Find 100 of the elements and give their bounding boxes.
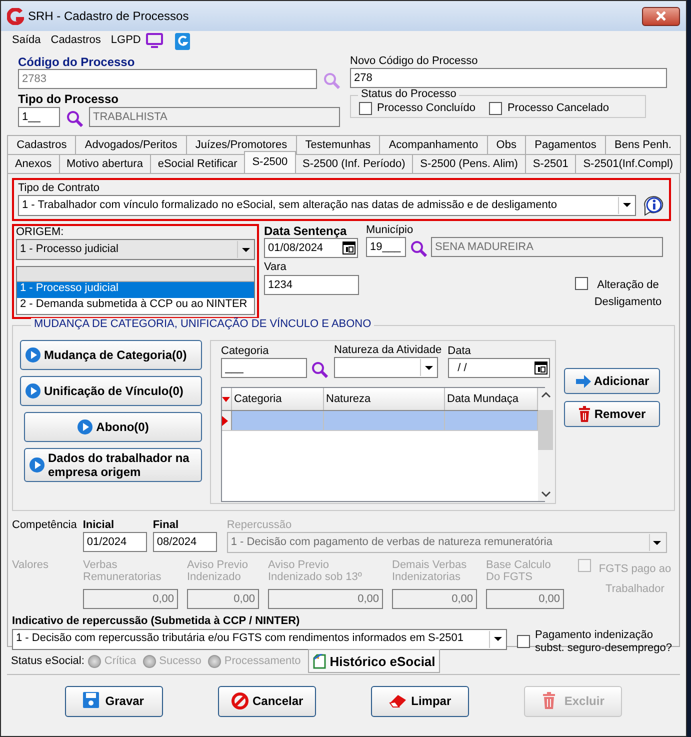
date-field[interactable]: 01/08/2024 [264,238,358,258]
menu-item[interactable]: Cadastros [46,34,106,48]
radio-label: Sucesso [159,654,202,668]
field-label: Código do Processo [18,55,136,70]
input-field[interactable]: 08/2024 [152,532,217,552]
checkbox[interactable] [575,276,588,290]
field-label: Data [448,345,472,358]
scroll-up-icon [540,391,550,400]
input-field[interactable]: 1__ [18,106,60,127]
calendar-icon [534,361,548,376]
field-label: Base Calculo Do FGTS [486,559,552,586]
tab[interactable]: Bens Penh. [604,134,681,154]
dropdown-option[interactable]: 2 - Demanda submetida à CCP ou ao NINTER [17,298,254,314]
search-icon [410,240,427,258]
menu-item[interactable]: LGPD [106,34,146,48]
tab[interactable]: S-2501(Inf.Compl) [575,154,682,173]
info-icon [642,194,664,216]
dropdown[interactable] [334,357,438,378]
scroll-down-icon [540,490,550,498]
side-button[interactable]: Dados do trabalhador na empresa origem [24,448,202,482]
menu-item[interactable]: Saída [7,34,46,48]
checkbox-label: Pagamento indenização subst. seguro-desemprego? [535,628,673,655]
caret-icon [652,540,662,546]
checkbox-label: FGTS pago ao Trabalhador [598,562,672,598]
footer-button[interactable]: Gravar [64,686,163,717]
play-icon [77,419,94,436]
checkbox-label: Processo Concluído [377,102,476,116]
input-field[interactable]: ___ [221,358,307,378]
field-label: ORIGEM: [16,226,65,240]
search-icon [323,72,340,90]
input-field[interactable]: 2783 [18,69,317,90]
checkbox-label: Alteração de Desligamento [593,278,663,310]
field-label: Categoria [221,345,270,358]
caret-icon [240,246,250,253]
window-title: SRH - Cadastro de Processos [28,8,189,24]
field-label: Vara [264,261,288,275]
trash-icon [578,406,592,422]
checkbox[interactable] [489,102,502,116]
input-field[interactable]: 01/2024 [82,532,147,552]
field-label: Natureza da Atividade [334,344,442,358]
dropdown-option[interactable]: 1 - Processo judicial [17,282,254,298]
tab[interactable]: Cadastros [7,134,76,154]
input-field[interactable]: 19___ [366,237,406,258]
input-field[interactable]: TRABALHISTA [89,106,340,127]
action-button[interactable]: Remover [564,401,660,428]
search-icon [311,361,328,378]
play-icon [25,383,41,400]
column-header[interactable]: Data Mundaça [445,388,538,410]
side-button[interactable]: Unificação de Vínculo(0) [20,376,202,406]
field-label: Novo Código do Processo [350,55,479,68]
action-button[interactable]: Adicionar [564,368,660,394]
caret-icon [492,636,502,642]
field-label: Data Sentença [264,224,348,238]
field-label: Competência [12,519,77,532]
dropdown[interactable]: 1 - Trabalhador com vínculo formalizado no eSocial, sem alteração nas datas de admissão e de desligamento [18,194,636,216]
tab[interactable]: S-2500 [244,150,296,173]
close-button[interactable] [642,6,680,26]
dropdown[interactable]: 1 - Processo judicial [16,239,255,260]
side-button[interactable]: Mudança de Categoria(0) [20,340,202,370]
tab[interactable]: Anexos [7,154,60,173]
date-field[interactable]: / / [448,358,550,378]
app-logo-icon [7,8,24,24]
history-button[interactable]: Histórico eSocial [308,649,440,674]
side-button[interactable]: Abono(0) [24,412,202,442]
play-icon [25,347,41,364]
arrow-right-icon [574,372,591,390]
field-label: Indicativo de repercussão (Submetida à CCP / NINTER) [12,615,301,629]
input-field[interactable]: 1234 [264,274,359,295]
close-icon [655,11,667,21]
row-pointer-icon [222,416,228,426]
footer-button[interactable]: Limpar [371,686,470,717]
sort-indicator-icon [222,396,230,402]
radio-label: Processamento [224,654,301,668]
column-header[interactable]: Natureza [324,388,445,410]
scrollbar[interactable] [538,388,553,502]
radio-label: Crítica [104,654,136,668]
field-label: Demais Verbas Indenizatorias [392,559,468,586]
field-label: Valores [12,559,50,572]
field-label: Aviso Previo Indenizado [187,559,249,586]
field-label: Inicial [82,519,116,532]
dropdown[interactable]: 1 - Decisão com repercussão tributária e/ou FGTS com rendimentos informados em S-2501 [12,628,507,650]
field-label: Verbas Remuneratorias [83,559,162,586]
field-label: Aviso Previo Indenizado sob 13º [268,559,363,586]
column-header[interactable]: Categoria [232,388,324,410]
checkbox[interactable] [359,102,372,116]
monitor-icon [146,33,163,49]
caret-icon [622,202,632,208]
field-label: Município [366,224,414,238]
group-title: MUDANÇA DE CATEGORIA, UNIFICAÇÃO DE VÍNCULO E ABONO [31,318,374,332]
checkbox[interactable] [517,635,530,648]
field-label: Final [152,519,180,532]
caret-icon [424,364,434,371]
field-label: Repercussão [226,519,293,532]
search-icon [66,110,83,127]
input-field[interactable]: 278 [350,68,667,88]
play-icon [29,457,45,474]
checkbox-label: Processo Cancelado [507,102,609,116]
input-field[interactable]: SENA MADUREIRA [431,237,663,258]
footer-button[interactable]: Cancelar [218,686,316,717]
field-label: Tipo do Processo [18,92,120,107]
